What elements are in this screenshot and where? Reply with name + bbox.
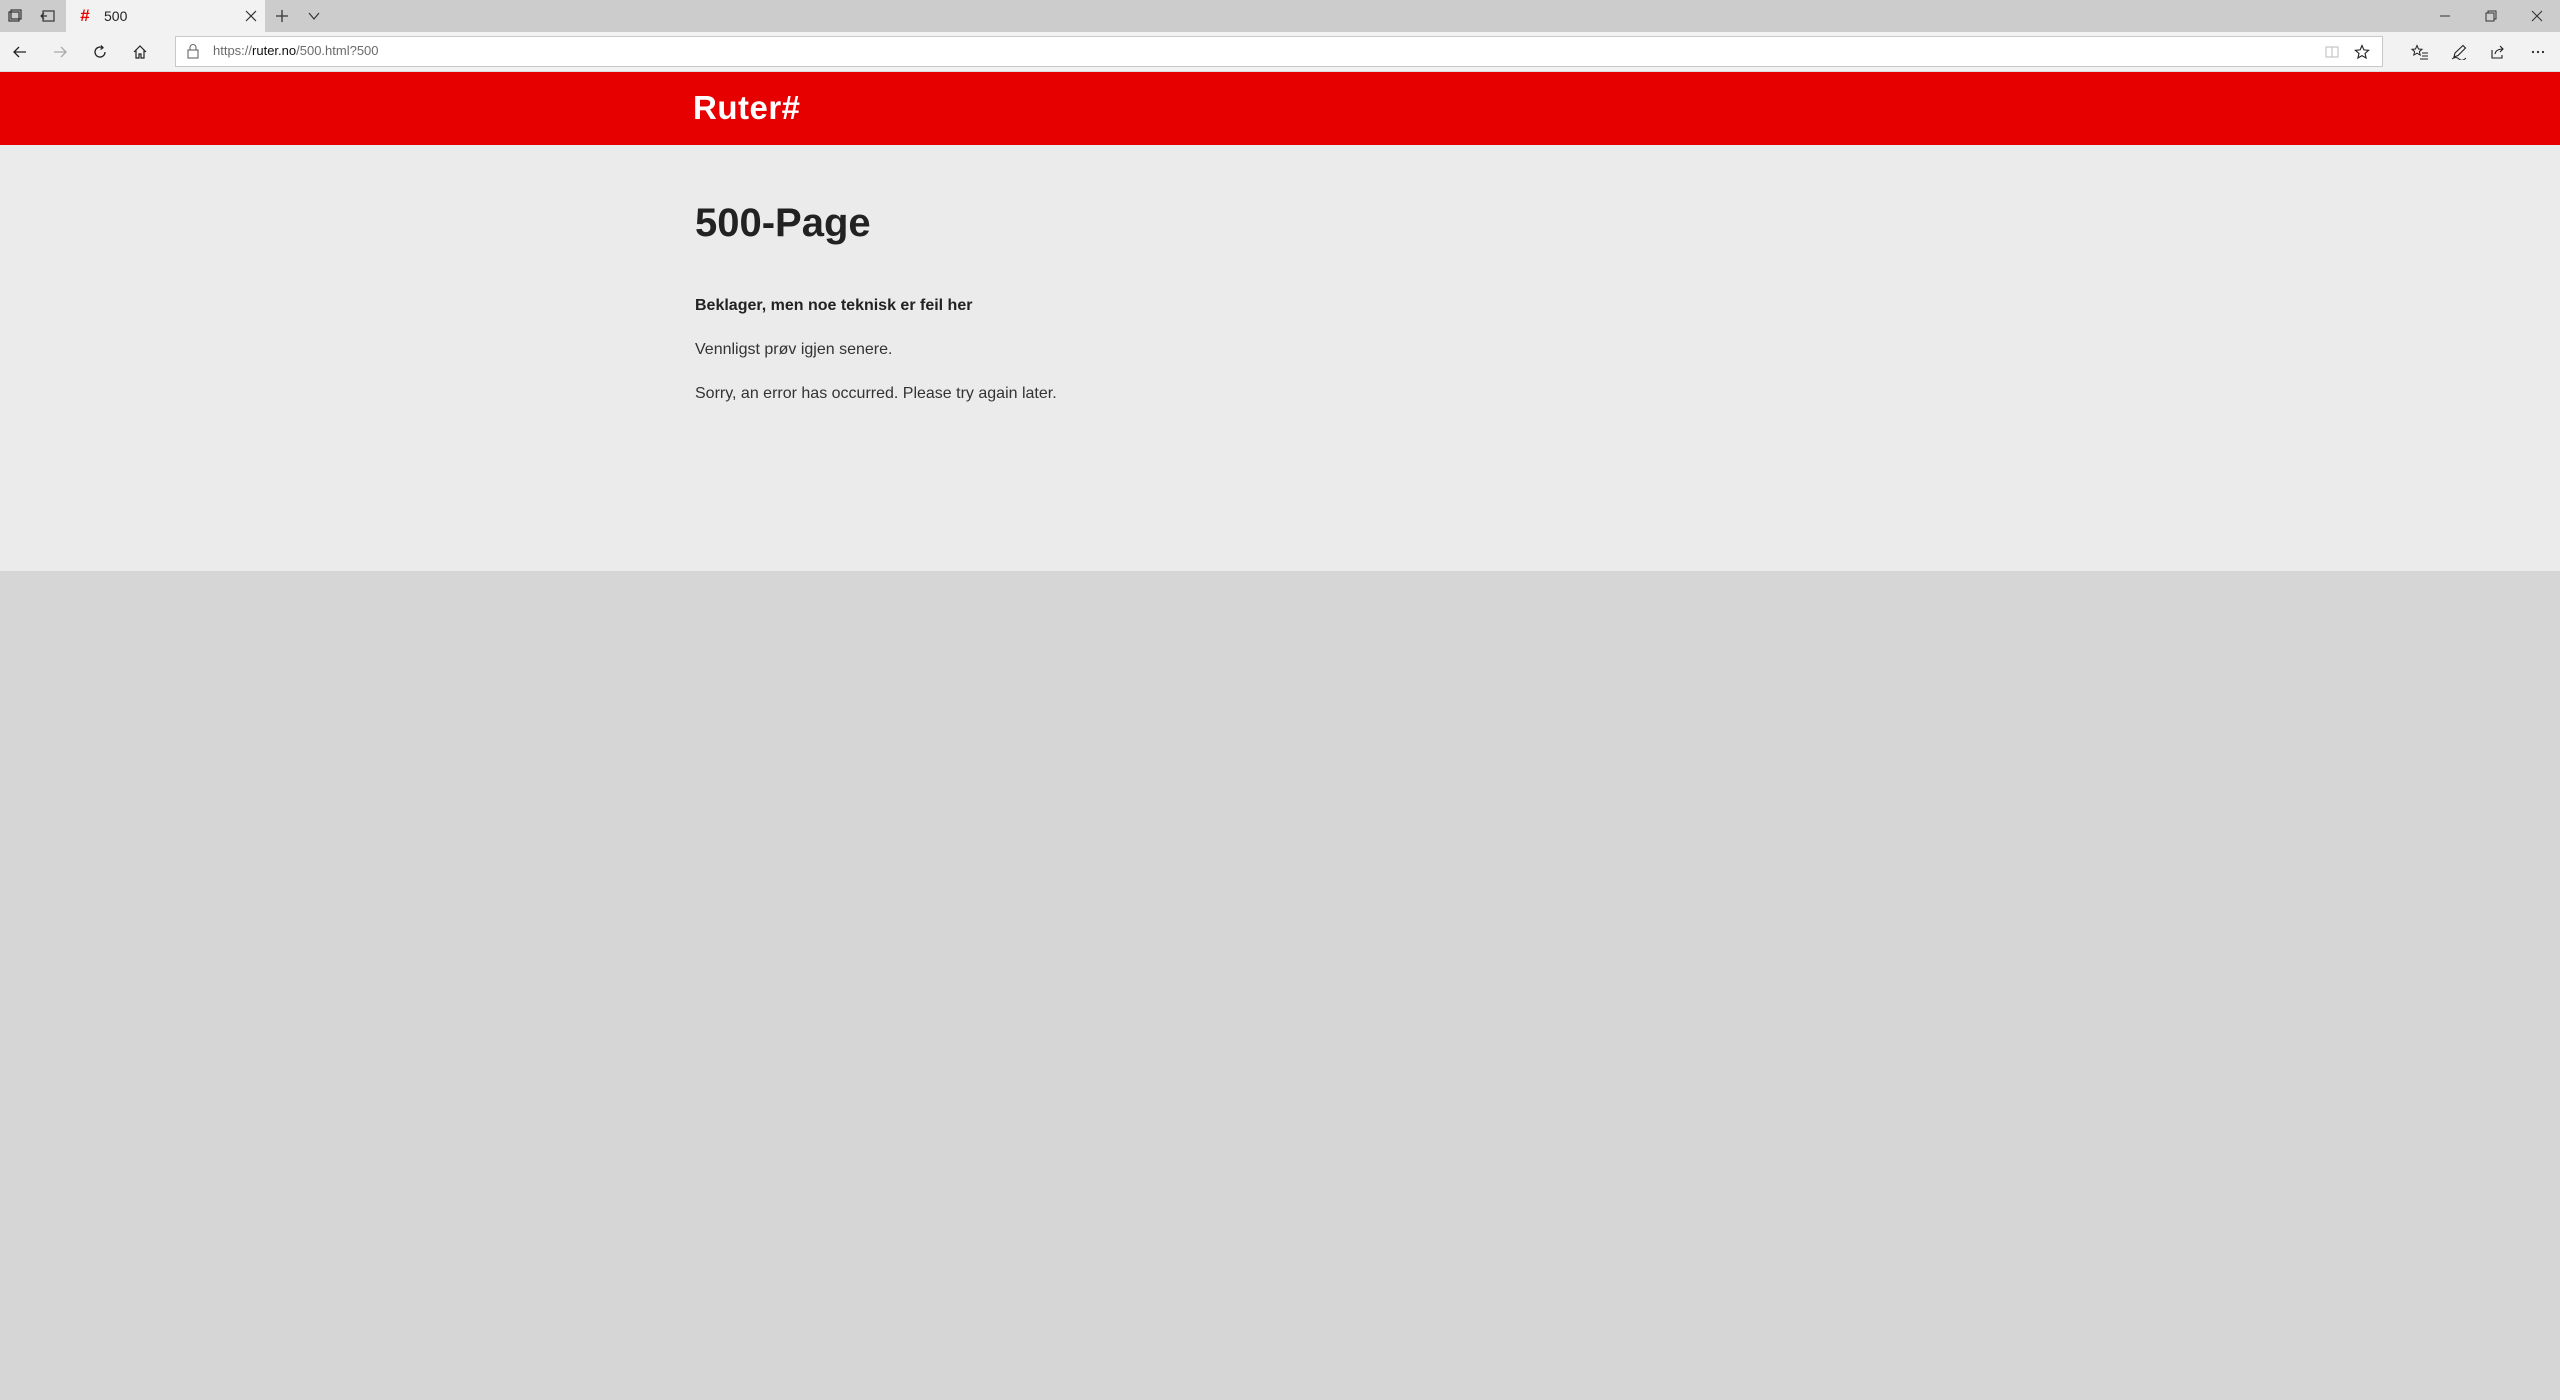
share-icon[interactable] [2484, 38, 2512, 66]
back-arrow-icon[interactable] [6, 38, 34, 66]
navigation-bar: https://ruter.no/500.html?500 [0, 32, 2560, 72]
tab-favicon: # [80, 6, 90, 25]
url-scheme: https:// [213, 43, 253, 58]
home-icon[interactable] [126, 38, 154, 66]
forward-arrow-icon[interactable] [46, 38, 74, 66]
close-window-icon[interactable] [2514, 0, 2560, 32]
url-domain: ruter.no [252, 43, 297, 58]
page-footer-area [0, 571, 2560, 1400]
error-text-english: Sorry, an error has occurred. Please try… [695, 385, 1057, 402]
restore-icon[interactable] [2468, 0, 2514, 32]
tab-title: 500 [104, 8, 128, 24]
error-heading: Beklager, men noe teknisk er feil her [695, 297, 973, 314]
address-bar[interactable]: https://ruter.no/500.html?500 [175, 36, 2383, 67]
new-tab-icon[interactable] [270, 4, 294, 28]
favorites-hub-icon[interactable] [2406, 38, 2434, 66]
tab-dropdown-icon[interactable] [302, 4, 326, 28]
page-title: 500-Page [695, 201, 871, 245]
reading-view-icon[interactable] [2320, 40, 2344, 64]
url-text[interactable]: https://ruter.no/500.html?500 [213, 43, 379, 58]
site-header: Ruter# [0, 72, 2560, 145]
ruter-logo[interactable]: Ruter# [693, 89, 801, 127]
pen-icon[interactable] [2445, 38, 2473, 66]
refresh-icon[interactable] [86, 38, 114, 66]
tab-active[interactable]: # 500 [66, 0, 265, 32]
error-text-norwegian: Vennligst prøv igjen senere. [695, 341, 893, 358]
lock-icon[interactable] [186, 43, 204, 61]
minimize-icon[interactable] [2422, 0, 2468, 32]
tab-preview-icon[interactable] [3, 4, 27, 28]
favorite-star-icon[interactable] [2350, 40, 2374, 64]
main-content: 500-Page Beklager, men noe teknisk er fe… [0, 145, 2560, 718]
close-icon[interactable] [237, 2, 265, 30]
url-path: /500.html?500 [296, 43, 379, 58]
set-aside-tabs-icon[interactable] [36, 4, 60, 28]
tab-bar: # 500 [0, 0, 2560, 32]
more-icon[interactable] [2524, 38, 2552, 66]
